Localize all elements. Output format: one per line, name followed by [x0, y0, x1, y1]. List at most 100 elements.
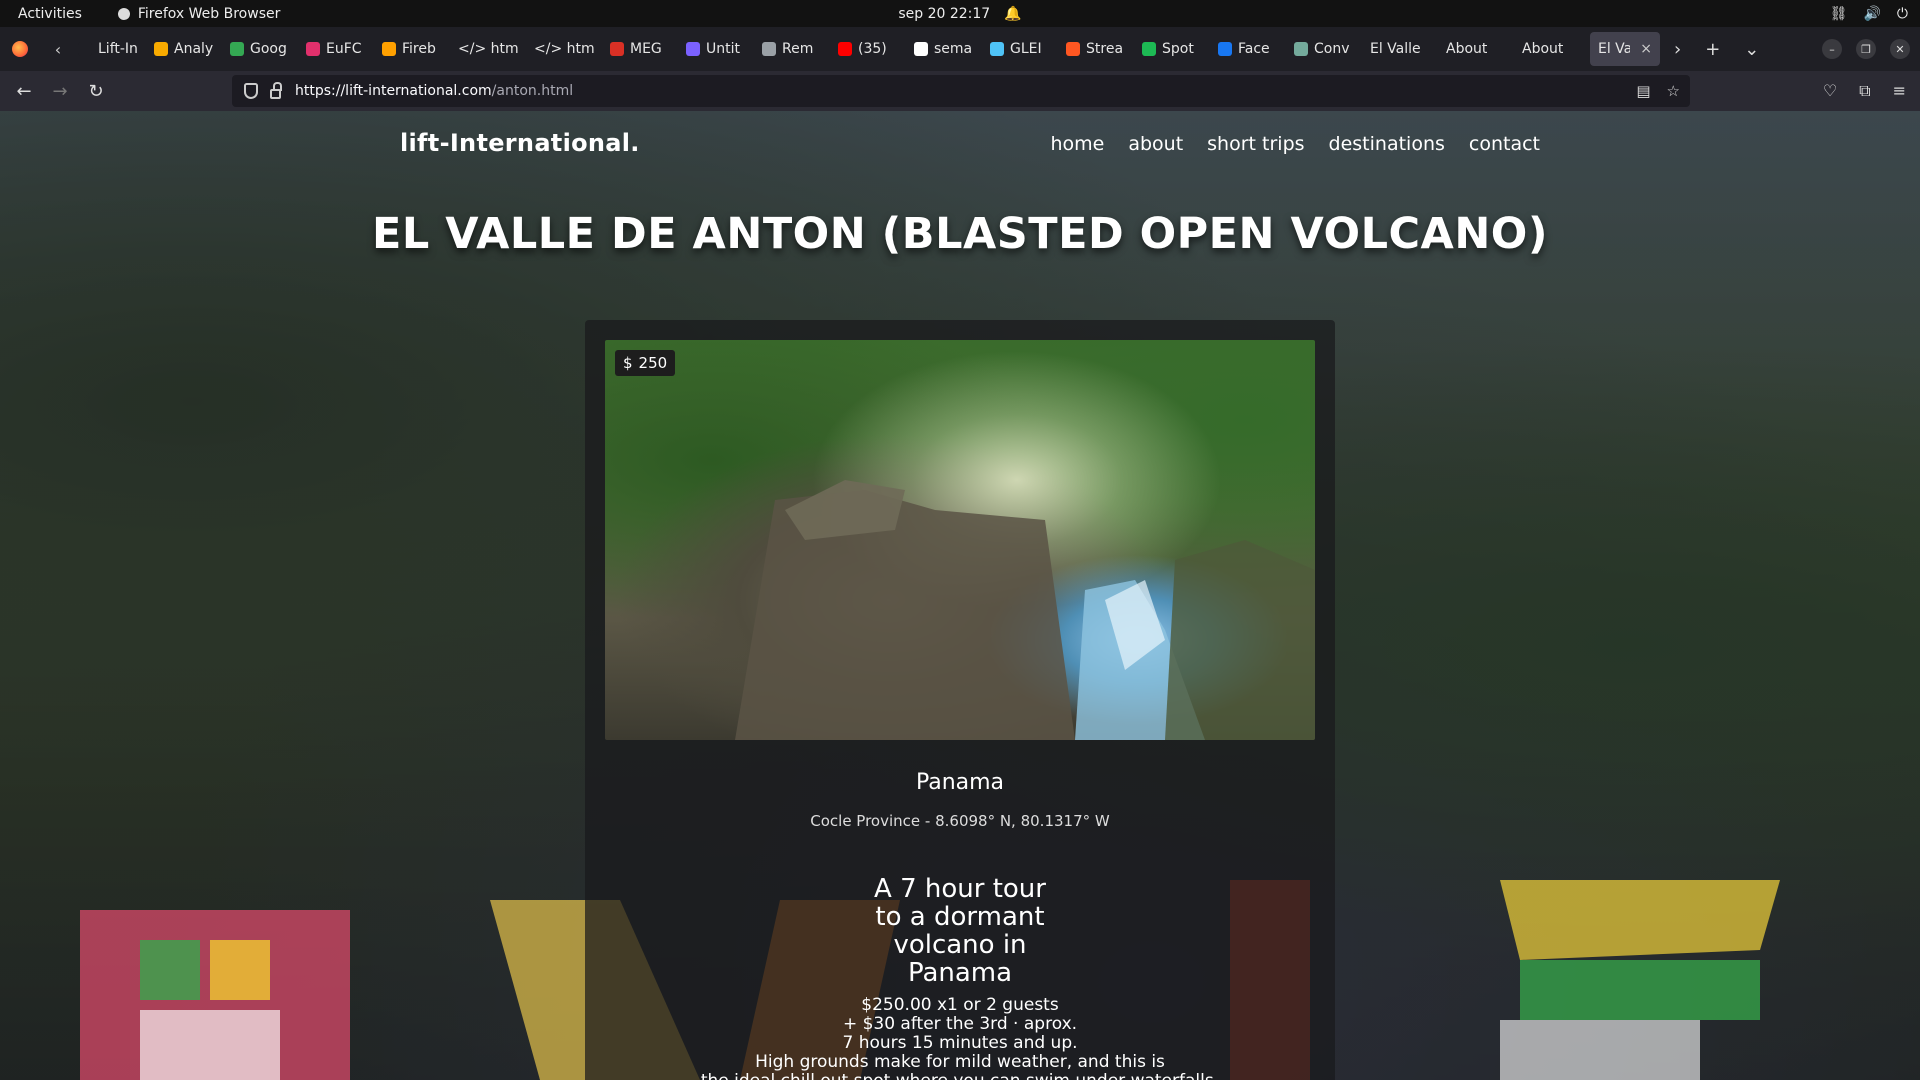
tour-card: $ 250 Panama Cocle Province - 8.6098° N,… — [585, 320, 1335, 1080]
app-name: Firefox Web Browser — [137, 5, 281, 22]
firefox-view-icon[interactable] — [12, 41, 28, 57]
tab[interactable]: About — [1514, 32, 1590, 66]
tab[interactable]: EuFC — [298, 32, 374, 66]
tab-active[interactable]: El Vall × — [1590, 32, 1660, 66]
system-tray[interactable]: ⛓ 🔊 ⏻ — [1830, 6, 1908, 22]
nav-home[interactable]: home — [1050, 133, 1104, 155]
app-menu[interactable]: Firefox Web Browser — [117, 5, 281, 22]
tab[interactable]: Analy — [146, 32, 222, 66]
lock-icon[interactable] — [270, 82, 282, 99]
tab-list: Lift-Intl- Analy Goog EuFC Fireb </> htm </> h… — [70, 27, 1590, 71]
notification-bell-icon: 🔔 — [1004, 5, 1022, 22]
tab-title: El Vall — [1598, 41, 1631, 57]
tab[interactable]: Conv — [1286, 32, 1362, 66]
nav-about[interactable]: about — [1128, 133, 1183, 155]
detail-line: the ideal chill out spot where you can s… — [585, 1072, 1335, 1080]
forward-icon[interactable]: → — [42, 81, 78, 102]
nav-contact[interactable]: contact — [1469, 133, 1540, 155]
tab[interactable]: Strea — [1058, 32, 1134, 66]
tab[interactable]: Lift-Intl- — [70, 32, 146, 66]
activities-button[interactable]: Activities — [18, 6, 82, 22]
minimize-icon[interactable]: – — [1822, 39, 1842, 59]
tab[interactable]: Untit — [678, 32, 754, 66]
detail-line: 7 hours 15 minutes and up. — [842, 1033, 1078, 1053]
extensions-icon[interactable]: ⧉ — [1859, 81, 1870, 101]
tracking-protection-icon[interactable] — [244, 83, 258, 99]
tab-strip: ‹ Lift-Intl- Analy Goog EuFC Fireb </> htm </>… — [0, 27, 1920, 71]
reader-view-icon[interactable]: ▤ — [1636, 82, 1650, 100]
url-text[interactable]: https://lift-international.com/anton.htm… — [295, 83, 573, 99]
url-bar[interactable]: https://lift-international.com/anton.htm… — [232, 75, 1690, 107]
tabs-scroll-left-icon[interactable]: ‹ — [46, 40, 70, 59]
tab-title: </> htm — [534, 41, 594, 57]
tab-favicon-icon — [990, 42, 1004, 56]
tab-favicon-icon — [610, 42, 624, 56]
tab-title: Face — [1238, 41, 1270, 57]
tab-favicon-icon — [1218, 42, 1232, 56]
waterfall-illustration — [735, 480, 1315, 740]
tab-title: Spot — [1162, 41, 1194, 57]
tab-favicon-icon — [78, 42, 92, 56]
price-value: 250 — [638, 354, 668, 372]
maximize-icon[interactable]: ❐ — [1856, 39, 1876, 59]
page-title: EL VALLE DE ANTON (BLASTED OPEN VOLCANO) — [371, 209, 1549, 259]
tab-favicon-icon — [838, 42, 852, 56]
tab-favicon-icon — [154, 42, 168, 56]
power-icon: ⏻ — [1896, 5, 1908, 22]
tab-favicon-icon — [1066, 42, 1080, 56]
nav-destinations[interactable]: destinations — [1329, 133, 1445, 155]
tour-headline: A 7 hour tour to a dormant volcano in Pa… — [874, 874, 1046, 988]
country: Panama — [915, 770, 1005, 795]
reload-icon[interactable]: ↻ — [78, 81, 114, 102]
close-tab-icon[interactable]: × — [1640, 41, 1652, 57]
site-logo[interactable]: lift-International. — [400, 129, 640, 157]
bookmark-star-icon[interactable]: ☆ — [1667, 82, 1680, 100]
navigation-bar: ← → ↻ https://lift-international.com/ant… — [0, 71, 1920, 111]
tab-favicon-icon — [382, 42, 396, 56]
tab-title: Rem — [782, 41, 814, 57]
tab[interactable]: sema — [906, 32, 982, 66]
tab-title: Goog — [250, 41, 287, 57]
system-top-bar: Activities Firefox Web Browser sep 20 22… — [0, 0, 1920, 27]
tab-title: Strea — [1086, 41, 1124, 57]
tab-title: EuFC — [326, 41, 362, 57]
pocket-icon[interactable]: ♡ — [1823, 81, 1837, 101]
tab[interactable]: MEG — [602, 32, 678, 66]
tab-favicon-icon — [306, 42, 320, 56]
network-icon: ⛓ — [1829, 5, 1848, 22]
dollar-icon: $ — [623, 354, 633, 372]
tab[interactable]: (35) — [830, 32, 906, 66]
coordinates: Cocle Province - 8.6098° N, 80.1317° W — [810, 812, 1110, 830]
site-nav: home about short trips destinations cont… — [1050, 133, 1540, 155]
tab[interactable]: About — [1438, 32, 1514, 66]
tab[interactable]: Goog — [222, 32, 298, 66]
tab-favicon-icon — [230, 42, 244, 56]
tab-title: Conv — [1314, 41, 1350, 57]
tab[interactable]: </> htm — [526, 32, 602, 66]
volume-icon: 🔊 — [1863, 5, 1881, 22]
tab-favicon-icon — [914, 42, 928, 56]
tab[interactable]: Spot — [1134, 32, 1210, 66]
detail-line: $250.00 x1 or 2 guests — [861, 995, 1059, 1015]
tab[interactable]: Face — [1210, 32, 1286, 66]
tab-favicon-icon — [686, 42, 700, 56]
tab[interactable]: Rem — [754, 32, 830, 66]
hamburger-menu-icon[interactable]: ≡ — [1893, 81, 1906, 101]
datetime: sep 20 22:17 — [898, 5, 991, 22]
tab[interactable]: Fireb — [374, 32, 450, 66]
back-icon[interactable]: ← — [6, 81, 42, 102]
tab-title: About — [1446, 41, 1488, 57]
tab-favicon-icon — [762, 42, 776, 56]
tab-title: (35) — [858, 41, 887, 57]
nav-short-trips[interactable]: short trips — [1207, 133, 1304, 155]
close-window-icon[interactable]: ✕ — [1890, 39, 1910, 59]
tab-title: El Valle — [1370, 41, 1421, 57]
tabs-scroll-right-icon[interactable]: › — [1674, 39, 1681, 60]
tab[interactable]: </> htm — [450, 32, 526, 66]
tab[interactable]: GLEI — [982, 32, 1058, 66]
list-all-tabs-icon[interactable]: ⌄ — [1744, 39, 1759, 60]
clock[interactable]: sep 20 22:17 🔔 — [898, 6, 1021, 22]
new-tab-icon[interactable]: + — [1705, 39, 1720, 60]
webpage: lift-International. home about short tri… — [0, 111, 1920, 1080]
tab[interactable]: El Valle — [1362, 32, 1438, 66]
